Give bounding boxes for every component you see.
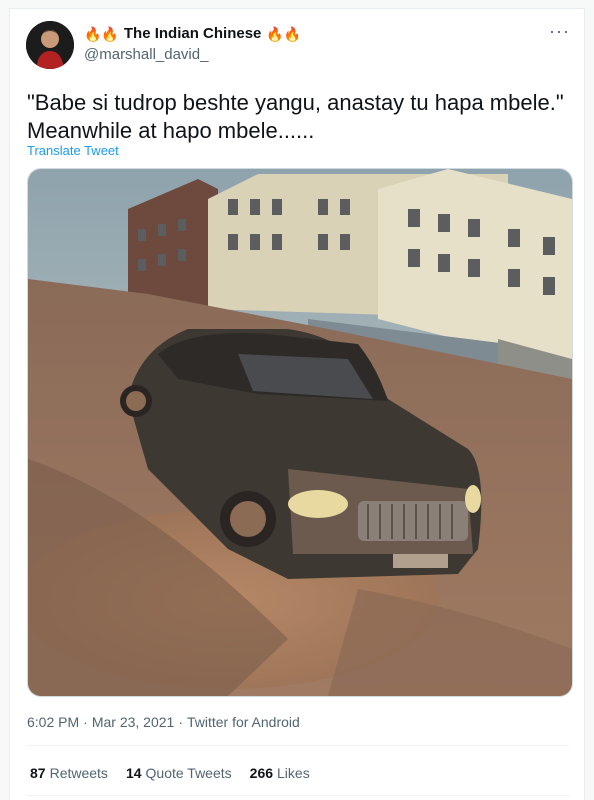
quote-tweets-count: 14 [125,765,142,781]
meta-separator-2: · [178,714,183,730]
tweet-card: 🔥🔥 The Indian Chinese 🔥🔥 @marshall_david… [9,8,585,800]
fire-emoji-right: 🔥🔥 [266,26,302,42]
tweet-date[interactable]: Mar 23, 2021 [92,714,175,730]
author-name-row[interactable]: 🔥🔥 The Indian Chinese 🔥🔥 [84,25,301,43]
engagement-stats: 87 Retweets 14 Quote Tweets 266 Likes [30,765,310,781]
translate-tweet-link[interactable]: Translate Tweet [27,143,119,158]
tweet-source[interactable]: Twitter for Android [187,714,300,730]
author-display-name[interactable]: The Indian Chinese [122,25,264,43]
retweets-label: Retweets [49,765,108,781]
tweet-photo[interactable] [27,168,573,697]
author-handle[interactable]: @marshall_david_ [84,46,208,63]
likes-count: 266 [249,765,274,781]
avatar[interactable] [26,21,74,69]
tweet-meta: 6:02 PM · Mar 23, 2021 · Twitter for And… [27,714,300,730]
quote-tweets-label: Quote Tweets [145,765,232,781]
retweets-stat[interactable]: 87 Retweets [30,765,108,781]
meta-separator-1: · [83,714,88,730]
divider-bottom [27,795,569,796]
quote-tweets-stat[interactable]: 14 Quote Tweets [126,765,232,781]
likes-label: Likes [277,765,310,781]
more-dots-icon[interactable]: ··· [549,21,570,42]
divider-top [27,745,569,746]
retweets-count: 87 [30,765,46,781]
likes-stat[interactable]: 266 Likes [250,765,310,781]
tweet-time[interactable]: 6:02 PM [27,714,79,730]
tweet-text: "Babe si tudrop beshte yangu, anastay tu… [27,90,564,143]
fire-emoji-left: 🔥🔥 [84,26,119,42]
